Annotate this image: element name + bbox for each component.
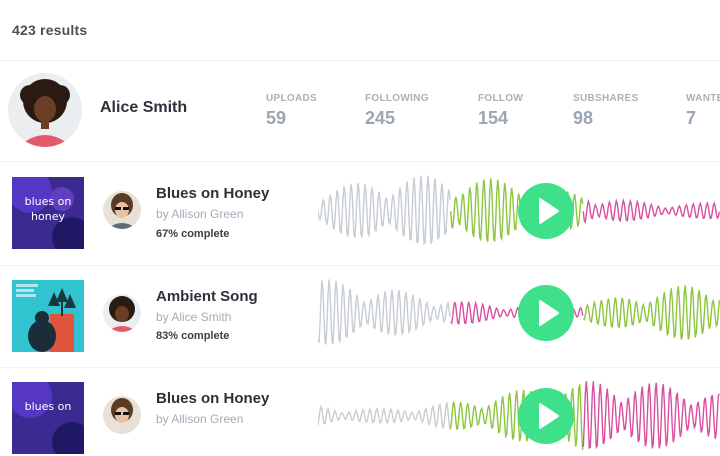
stat-follow[interactable]: FOLLOW 154 <box>478 93 523 129</box>
stat-value: 98 <box>573 108 594 128</box>
stat-label: UPLOADS <box>266 93 317 104</box>
play-icon <box>539 198 559 224</box>
stat-following[interactable]: FOLLOWING 245 <box>365 93 429 129</box>
album-cover-text: blues on honey <box>24 195 72 223</box>
stat-label: SUBSHARES <box>573 93 639 104</box>
profile-name[interactable]: Alice Smith <box>100 99 187 117</box>
stat-value: 154 <box>478 108 509 128</box>
stat-label: FOLLOW <box>478 93 524 104</box>
waveform-segment <box>318 279 451 345</box>
stat-value: 7 <box>686 108 697 128</box>
stat-subshares[interactable]: SUBSHARES 98 <box>573 93 639 129</box>
track-title[interactable]: Blues on Honey <box>156 185 269 202</box>
track-progress: 67% complete <box>156 228 230 240</box>
track-artist[interactable]: by Alice Smith <box>156 310 231 324</box>
play-button[interactable] <box>518 183 574 239</box>
track-title[interactable]: Ambient Song <box>156 288 258 305</box>
play-icon <box>539 300 559 326</box>
owner-avatar[interactable] <box>103 294 141 332</box>
stat-label: WANTE <box>686 93 720 104</box>
waveform-segment <box>582 285 720 340</box>
album-cover[interactable]: blues on honey <box>12 177 84 249</box>
album-cover[interactable]: blues on <box>12 382 84 454</box>
waveform-segment <box>582 197 720 224</box>
album-cover[interactable] <box>12 280 84 352</box>
waveform-segment <box>582 380 720 450</box>
track-title[interactable]: Blues on Honey <box>156 390 269 407</box>
waveform-segment <box>318 400 451 430</box>
stat-uploads[interactable]: UPLOADS 59 <box>266 93 317 129</box>
play-button[interactable] <box>518 388 574 444</box>
divider <box>0 367 720 368</box>
track-artist[interactable]: by Allison Green <box>156 207 243 221</box>
play-icon <box>539 403 559 429</box>
results-count: 423 results <box>12 22 88 38</box>
stat-value: 245 <box>365 108 396 128</box>
track-artist[interactable]: by Allison Green <box>156 412 243 426</box>
stat-label: FOLLOWING <box>365 93 429 104</box>
album-cover-text: blues on <box>24 400 72 413</box>
play-button[interactable] <box>518 285 574 341</box>
track-progress: 83% complete <box>156 330 230 342</box>
owner-avatar[interactable] <box>103 396 141 434</box>
owner-avatar[interactable] <box>103 191 141 229</box>
profile-avatar[interactable] <box>8 73 82 147</box>
stat-value: 59 <box>266 108 287 128</box>
stat-wanted[interactable]: WANTE 7 <box>686 93 720 129</box>
waveform-segment <box>318 175 451 246</box>
divider <box>0 60 720 61</box>
divider <box>0 265 720 266</box>
